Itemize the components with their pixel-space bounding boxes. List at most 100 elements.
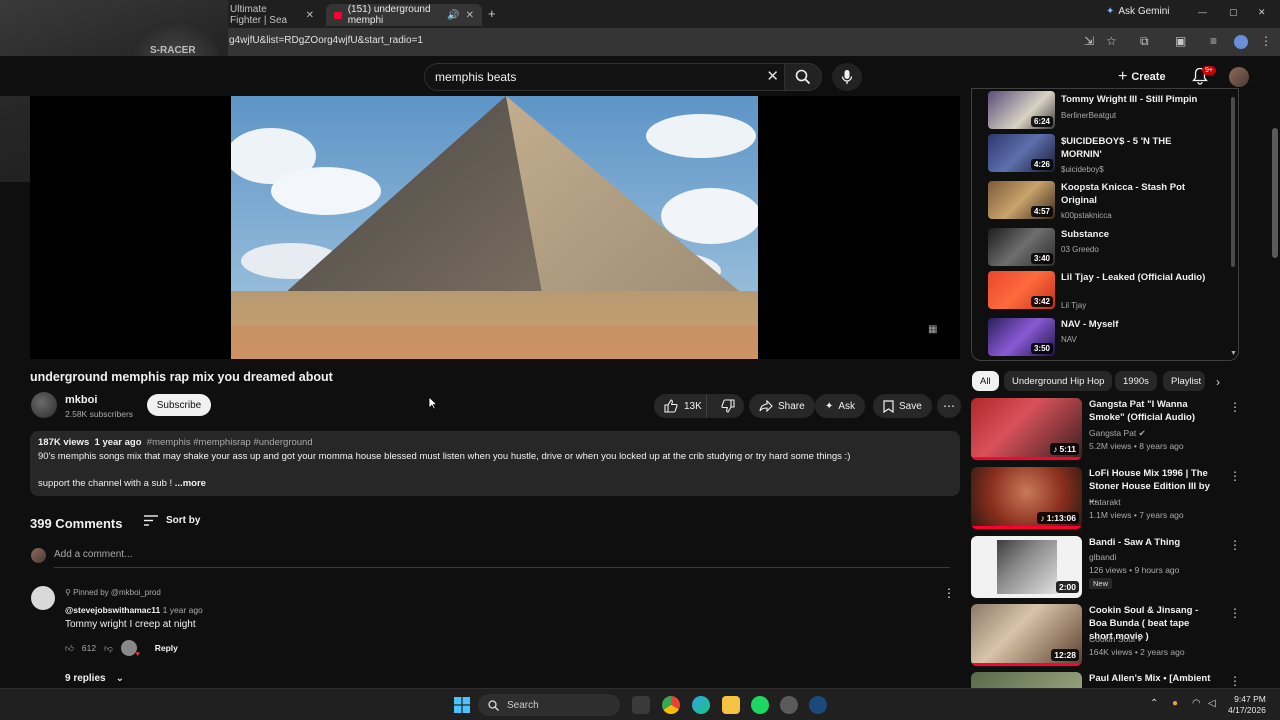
page-scrollbar-thumb[interactable] xyxy=(1272,128,1278,258)
video-menu-icon[interactable]: ⋮ xyxy=(1229,469,1241,483)
task-view-icon[interactable] xyxy=(632,696,650,714)
voice-search-button[interactable] xyxy=(832,63,862,91)
app-icon[interactable] xyxy=(780,696,798,714)
chip-all[interactable]: All xyxy=(972,371,999,391)
dislike-button[interactable] xyxy=(712,394,744,418)
microphone-tray-icon[interactable]: ● xyxy=(1172,698,1178,709)
minimize-button[interactable]: — xyxy=(1198,7,1207,17)
playlist-item[interactable]: 4:57 Koopsta Knicca - Stash Pot Original… xyxy=(988,181,1228,220)
spotify-icon[interactable] xyxy=(751,696,769,714)
hashtags[interactable]: #memphis #memphisrap #underground xyxy=(147,437,313,448)
chip-1990s[interactable]: 1990s xyxy=(1115,371,1157,391)
create-button[interactable]: + Create xyxy=(1118,66,1166,88)
video-menu-icon[interactable]: ⋮ xyxy=(1229,674,1241,688)
search-input[interactable]: memphis beats ✕ xyxy=(424,63,790,91)
description-text: 90's memphis songs mix that may shake yo… xyxy=(38,451,851,462)
steam-icon[interactable] xyxy=(809,696,827,714)
bookmark-star-icon[interactable]: ☆ xyxy=(1106,34,1117,48)
comment-time[interactable]: 1 year ago xyxy=(163,605,203,615)
channel-name[interactable]: mkboi xyxy=(65,394,97,406)
page-scrollbar[interactable] xyxy=(1270,56,1280,688)
maximize-button[interactable]: ▢ xyxy=(1229,7,1238,18)
playlist-item[interactable]: 4:26 $UICIDEBOY$ - 5 'N THE MORNIN' $uic… xyxy=(988,134,1228,174)
duration-badge: 2:00 xyxy=(1055,581,1079,593)
save-button[interactable]: Save xyxy=(873,394,932,418)
comment-author-handle[interactable]: @stevejobswithamac11 xyxy=(65,605,160,615)
playlist-item[interactable]: 3:50 NAV - Myself NAV xyxy=(988,318,1228,356)
recommended-video[interactable]: 12:28 Cookin Soul & Jinsang - Boa Bunda … xyxy=(971,604,1241,668)
comment-dislike-icon[interactable]: 👎︎ xyxy=(104,643,113,654)
like-button[interactable]: 13K xyxy=(654,394,708,418)
playlist-thumbnail: 4:57 xyxy=(988,181,1055,219)
tab-audio-icon[interactable]: 🔊 xyxy=(447,10,459,21)
save-label: Save xyxy=(899,400,922,412)
chevron-right-icon[interactable]: › xyxy=(1216,375,1220,389)
playlist-item[interactable]: 3:40 Substance 03 Greedo xyxy=(988,228,1228,266)
cap-logo-text: S-RACER xyxy=(150,45,196,56)
comment-author[interactable]: @stevejobswithamac11 1 year ago xyxy=(65,605,203,615)
view-replies-button[interactable]: 9 replies ⌄ xyxy=(65,673,124,684)
commenter-avatar[interactable] xyxy=(31,586,55,610)
profile-icon[interactable] xyxy=(1234,35,1248,49)
video-menu-icon[interactable]: ⋮ xyxy=(1229,606,1241,620)
tab-close-icon[interactable]: ✕ xyxy=(306,10,314,21)
create-label: Create xyxy=(1131,71,1166,83)
search-button[interactable] xyxy=(784,63,822,91)
sort-comments-button[interactable]: Sort by xyxy=(144,515,200,526)
thumbnail-artwork xyxy=(997,540,1057,594)
file-explorer-icon[interactable] xyxy=(722,696,740,714)
sidepanel-icon[interactable]: ▣ xyxy=(1175,34,1186,48)
playlist-item-channel: NAV xyxy=(1061,335,1077,344)
playlist-item[interactable]: 6:24 Tommy Wright III - Still Pimpin Ber… xyxy=(988,91,1228,129)
add-comment-input[interactable]: Add a comment... xyxy=(54,549,132,560)
video-menu-icon[interactable]: ⋮ xyxy=(1229,400,1241,414)
url-field[interactable]: g4wjfU&list=RDgZOorg4wjfU&start_radio=1 xyxy=(229,35,423,46)
reply-button[interactable]: Reply xyxy=(155,643,178,653)
tray-chevron-icon[interactable]: ⌃ xyxy=(1150,698,1158,709)
chrome-icon[interactable] xyxy=(662,696,680,714)
comment-like-icon[interactable]: 👍︎ xyxy=(65,643,74,654)
extensions-icon[interactable]: ⧉ xyxy=(1140,34,1149,49)
channel-avatar[interactable] xyxy=(31,392,57,418)
volume-icon[interactable]: ◁ xyxy=(1208,698,1216,709)
playlist-item-channel: $uicideboy$ xyxy=(1061,165,1104,174)
description-box[interactable]: 187K views 1 year ago #memphis #memphisr… xyxy=(30,431,960,496)
taskbar-clock[interactable]: 9:47 PM 4/17/2026 xyxy=(1228,694,1266,716)
browser-tab-active[interactable]: (151) underground memphi 🔊 ✕ xyxy=(326,4,482,26)
description-meta: 187K views 1 year ago #memphis #memphisr… xyxy=(38,437,313,448)
new-tab-button[interactable]: + xyxy=(488,6,496,21)
ask-button[interactable]: ✦ Ask xyxy=(815,394,866,418)
watch-progress-bar xyxy=(971,663,1082,666)
video-player[interactable]: ▦ xyxy=(30,96,960,359)
channel-watermark-icon[interactable]: ▦ xyxy=(928,324,937,335)
recommended-video[interactable]: 2:00 Bandi - Saw A Thing glbandi 126 vie… xyxy=(971,536,1241,600)
recommended-video[interactable]: ♪ 5:11 Gangsta Pat "I Wanna Smoke" (Offic… xyxy=(971,398,1241,462)
account-avatar[interactable] xyxy=(1229,67,1249,87)
recommended-video[interactable]: ♪ 1:13:06 LoFi House Mix 1996 | The Stone… xyxy=(971,467,1241,531)
browser-tab[interactable]: Ultimate Fighter | Sea ✕ xyxy=(222,4,322,26)
comment-menu-icon[interactable]: ⋮ xyxy=(943,586,955,600)
more-actions-icon[interactable]: ⋯ xyxy=(937,394,961,418)
tab-close-icon[interactable]: ✕ xyxy=(466,10,474,21)
clear-search-icon[interactable]: ✕ xyxy=(766,67,779,85)
windows-start-icon[interactable] xyxy=(454,697,470,713)
media-controls-icon[interactable]: ≡ xyxy=(1210,34,1217,48)
chip-playlist[interactable]: Playlist xyxy=(1163,371,1205,391)
wifi-icon[interactable]: ◠ xyxy=(1192,698,1201,709)
playlist-scroll-down-icon[interactable]: ▼ xyxy=(1230,350,1237,357)
browser-menu-icon[interactable]: ⋮ xyxy=(1260,34,1272,48)
close-window-button[interactable]: ✕ xyxy=(1258,7,1266,18)
taskbar-search[interactable]: Search xyxy=(478,694,620,716)
install-app-icon[interactable]: ⇲ xyxy=(1084,34,1094,48)
playlist-scrollbar[interactable] xyxy=(1231,97,1235,267)
edge-icon[interactable] xyxy=(692,696,710,714)
playlist-item[interactable]: 3:42 Lil Tjay - Leaked (Official Audio) … xyxy=(988,271,1228,310)
chip-underground-hip-hop[interactable]: Underground Hip Hop xyxy=(1004,371,1113,391)
duration-badge: ♪ 1:13:06 xyxy=(1037,512,1079,524)
ask-gemini-button[interactable]: ✦ Ask Gemini xyxy=(1106,6,1170,17)
share-button[interactable]: Share xyxy=(749,394,815,418)
recommended-video[interactable]: Paul Allen's Mix • [Ambient ⋮ xyxy=(971,672,1241,688)
subscribe-button[interactable]: Subscribe xyxy=(147,394,211,416)
video-menu-icon[interactable]: ⋮ xyxy=(1229,538,1241,552)
show-more-link[interactable]: ...more xyxy=(175,478,206,489)
